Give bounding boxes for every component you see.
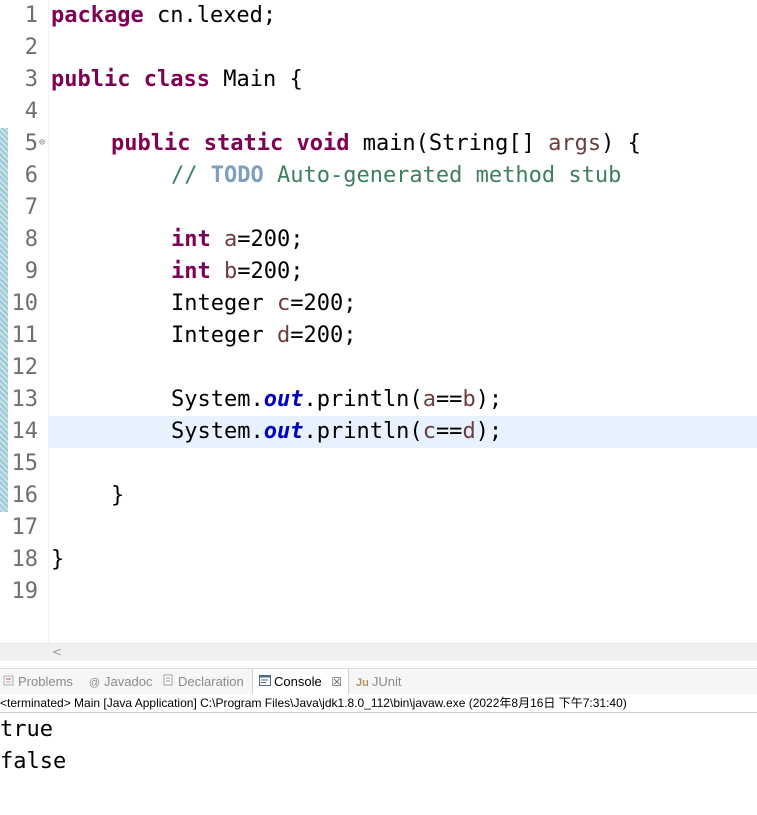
variable: a <box>422 387 436 412</box>
tab-declaration[interactable]: Declaration <box>158 669 248 694</box>
line-number: 8 <box>24 227 38 252</box>
code-text: Main { <box>209 67 303 92</box>
code-text: =200; <box>237 259 304 284</box>
code-line-16[interactable]: } <box>111 480 124 512</box>
variable: b <box>224 259 238 284</box>
gutter-divider <box>48 0 49 643</box>
keyword: void <box>296 131 350 156</box>
comment-text: Auto-generated method stub <box>263 163 622 188</box>
parameter: args <box>548 131 602 156</box>
line-number: 1 <box>24 3 38 28</box>
tab-javadoc[interactable]: @ Javadoc <box>84 669 156 694</box>
variable: d <box>462 419 476 444</box>
line-number: 9 <box>24 259 38 284</box>
keyword: int <box>171 227 211 252</box>
tab-label: Javadoc <box>104 674 153 689</box>
line-number: 10 <box>11 291 39 316</box>
operator: == <box>435 419 463 444</box>
code-line-18[interactable]: } <box>51 544 64 576</box>
close-icon[interactable]: ☒ <box>331 675 342 689</box>
code-line-10[interactable]: Integer c=200; <box>171 288 356 320</box>
code-text: ) { <box>601 131 641 156</box>
code-line-9[interactable]: int b=200; <box>171 256 303 288</box>
line-number: 17 <box>11 515 39 540</box>
tab-label: Declaration <box>178 674 244 689</box>
console-icon <box>258 671 271 696</box>
view-tab-bar: Problems @ Javadoc Declaration Console ☒ … <box>0 668 757 694</box>
keyword: public <box>51 67 131 92</box>
code-text: System. <box>171 387 264 412</box>
code-line-11[interactable]: Integer d=200; <box>171 320 356 352</box>
fold-collapse-icon[interactable]: ⊖ <box>39 127 45 159</box>
tab-label: Console <box>274 674 322 689</box>
line-number: 15 <box>11 451 39 476</box>
static-field: out <box>263 387 304 412</box>
variable: c <box>276 291 291 316</box>
code-text: Integer <box>171 291 277 316</box>
keyword: public <box>111 131 191 156</box>
keyword: int <box>171 259 211 284</box>
tab-label: JUnit <box>371 674 402 689</box>
code-line-8[interactable]: int a=200; <box>171 224 303 256</box>
line-number: 2 <box>24 35 38 60</box>
line-number: 12 <box>11 355 39 380</box>
code-text: =200; <box>237 227 304 252</box>
line-number: 18 <box>11 547 39 572</box>
declaration-icon <box>162 671 175 696</box>
keyword: package <box>51 3 144 28</box>
code-line-5[interactable]: public static void main(String[] args) { <box>111 128 641 160</box>
code-text: ); <box>475 419 503 444</box>
line-number: 7 <box>24 195 38 220</box>
code-line-13[interactable]: System.out.println(a==b); <box>171 384 502 416</box>
code-text: ); <box>475 387 503 412</box>
console-output-line: true <box>0 717 53 742</box>
tab-problems[interactable]: Problems <box>0 669 77 694</box>
todo-tag: TODO <box>210 163 264 188</box>
tab-console[interactable]: Console ☒ <box>252 669 350 696</box>
code-text: System. <box>171 419 264 444</box>
console-status-line: <terminated> Main [Java Application] C:\… <box>0 694 757 713</box>
scroll-left-icon[interactable]: < <box>52 644 62 661</box>
code-text: .println( <box>303 419 423 444</box>
variable: a <box>224 227 238 252</box>
code-line-1[interactable]: package cn.lexed; <box>51 0 276 32</box>
line-number: 16 <box>11 483 39 508</box>
tab-label: Problems <box>18 674 73 689</box>
variable: b <box>462 387 476 412</box>
keyword: static <box>203 131 284 156</box>
line-number: 19 <box>11 579 39 604</box>
code-line-14[interactable]: System.out.println(c==d); <box>171 416 502 448</box>
line-number-gutter: 1 2 3 4 5 ⊖ 6 7 8 9 10 11 12 13 14 15 16… <box>0 0 48 643</box>
junit-icon: Ju <box>356 677 369 689</box>
line-number: 3 <box>24 67 38 92</box>
variable: d <box>276 323 291 348</box>
code-line-6[interactable]: // TODO Auto-generated method stub <box>171 160 621 192</box>
line-number: 4 <box>24 99 38 124</box>
code-text: main(String[] <box>349 131 549 156</box>
line-number: 14 <box>11 419 39 444</box>
line-number: 11 <box>11 323 39 348</box>
javadoc-icon: @ <box>88 677 101 689</box>
code-text: .println( <box>303 387 423 412</box>
tab-junit[interactable]: Ju JUnit <box>352 669 405 694</box>
code-text: Integer <box>171 323 277 348</box>
code-text: =200; <box>290 323 357 348</box>
code-text: =200; <box>290 291 357 316</box>
problems-icon <box>2 671 15 696</box>
line-number: 6 <box>24 163 38 188</box>
code-text: cn.lexed; <box>143 3 277 28</box>
static-field: out <box>263 419 304 444</box>
code-line-3[interactable]: public class Main { <box>51 64 303 96</box>
line-number: 5 <box>24 131 38 156</box>
keyword: class <box>143 67 210 92</box>
horizontal-scrollbar[interactable]: < <box>0 643 757 661</box>
operator: == <box>435 387 463 412</box>
code-editor[interactable]: 1 2 3 4 5 ⊖ 6 7 8 9 10 11 12 13 14 15 16… <box>0 0 757 643</box>
line-number: 13 <box>11 387 39 412</box>
comment-text: // <box>171 163 211 188</box>
variable: c <box>422 419 436 444</box>
console-output-line: false <box>0 749 67 774</box>
